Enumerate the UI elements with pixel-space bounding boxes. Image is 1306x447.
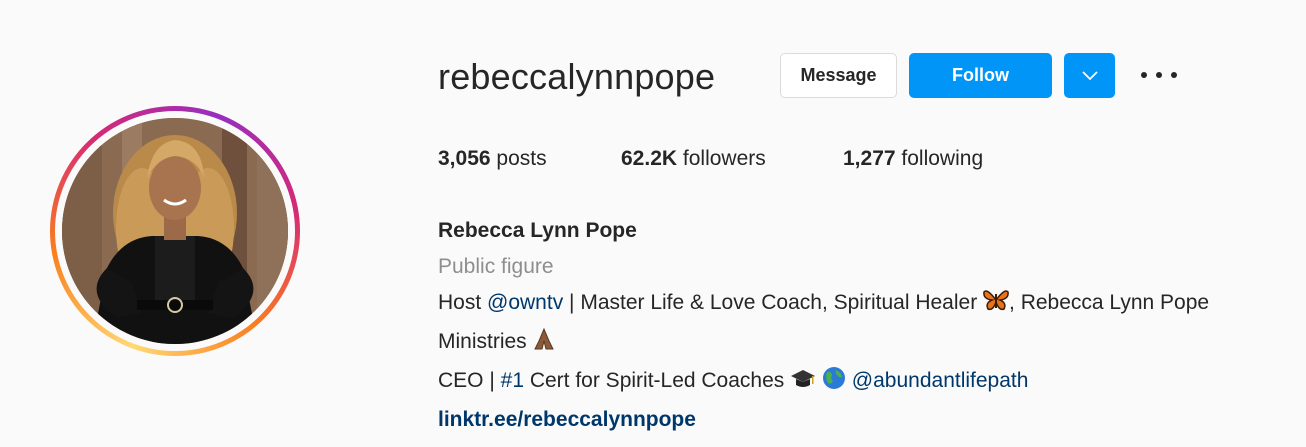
bio-line-3: CEO | #1 Cert for Spirit-Led Coaches @ab… <box>438 363 1209 402</box>
globe-emoji <box>822 366 846 402</box>
bio-line-1: Host @owntv | Master Life & Love Coach, … <box>438 285 1209 324</box>
bio-text: , Rebecca Lynn Pope <box>1009 291 1210 314</box>
bio-text: | Master Life & Love Coach, Spiritual He… <box>563 291 984 314</box>
bio-text: Cert for Spirit-Led Coaches <box>524 369 791 392</box>
more-icon-dot <box>1156 72 1162 78</box>
chevron-down-icon <box>1081 70 1098 80</box>
external-link[interactable]: linktr.ee/rebeccalynnpope <box>438 402 1209 438</box>
story-ring[interactable] <box>50 106 300 356</box>
bio-text: Ministries <box>438 330 533 353</box>
category-label: Public figure <box>438 255 554 278</box>
more-options-button[interactable] <box>1141 62 1177 88</box>
bio-text: Host <box>438 291 488 314</box>
following-count: 1,277 <box>843 147 896 170</box>
posts-stat: 3,056 posts <box>438 147 547 171</box>
bio-line-2: Ministries <box>438 324 1209 363</box>
full-name: Rebecca Lynn Pope <box>438 219 637 242</box>
mention-link-owntv[interactable]: @owntv <box>487 291 563 314</box>
profile-bio: Rebecca Lynn Pope Public figure Host @ow… <box>438 213 1209 438</box>
followers-count: 62.2K <box>621 147 678 170</box>
following-stat[interactable]: 1,277 following <box>843 147 983 171</box>
more-icon-dot <box>1171 72 1177 78</box>
message-button[interactable]: Message <box>780 53 897 98</box>
avatar-gap <box>55 111 295 351</box>
more-icon-dot <box>1141 72 1147 78</box>
followers-stat[interactable]: 62.2K followers <box>621 147 766 171</box>
followers-label: followers <box>682 147 766 170</box>
posts-label: posts <box>496 147 547 170</box>
posts-count: 3,056 <box>438 147 491 170</box>
follow-button[interactable]: Follow <box>909 53 1052 98</box>
avatar[interactable] <box>62 118 288 344</box>
graduation-cap-emoji <box>790 366 816 402</box>
praying-hands-emoji <box>533 327 555 363</box>
profile-username: rebeccalynnpope <box>438 56 716 97</box>
avatar-image <box>62 118 288 344</box>
hashtag-link[interactable]: #1 <box>501 369 524 392</box>
butterfly-emoji <box>983 288 1009 324</box>
following-label: following <box>901 147 984 170</box>
mention-link-abundantlifepath[interactable]: @abundantlifepath <box>852 369 1029 392</box>
bio-text: CEO | <box>438 369 501 392</box>
suggested-dropdown-button[interactable] <box>1064 53 1115 98</box>
